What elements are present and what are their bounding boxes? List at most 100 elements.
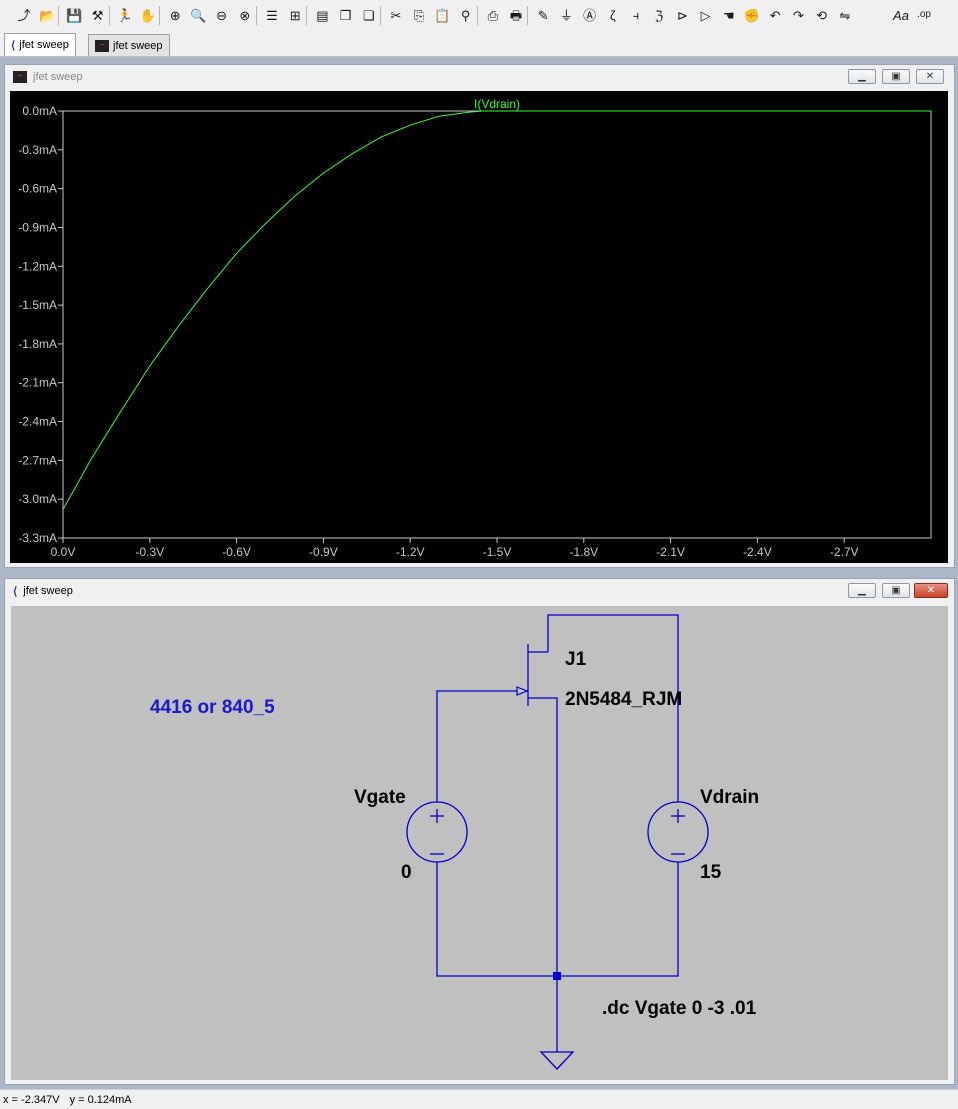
tab-jfet-sweep-schematic[interactable]: ⟨ jfet sweep: [4, 33, 76, 56]
waveform-titlebar: ~ jfet sweep: [5, 65, 954, 89]
run-icon[interactable]: 🏃: [115, 5, 135, 25]
y-tick-label: 0.0mA: [22, 104, 57, 118]
zoom-out-icon[interactable]: ⊖: [212, 5, 232, 25]
window-title: jfet sweep: [23, 585, 73, 597]
schematic-titlebar: ⟨ jfet sweep: [5, 579, 954, 603]
toolbar-separator: [108, 6, 110, 25]
text-tool-button[interactable]: Aa: [891, 5, 911, 25]
save-icon[interactable]: 💾: [64, 5, 84, 25]
schematic-canvas[interactable]: 4416 or 840_5 J1 2N5484_RJM Vgate 0 Vdra…: [11, 606, 948, 1080]
x-tick-label: 0.0V: [51, 545, 76, 559]
schematic-icon: ⟨: [11, 39, 16, 52]
jfet-name-label[interactable]: J1: [565, 649, 587, 670]
find-icon[interactable]: ⚲: [456, 5, 476, 25]
waveform-plot[interactable]: 0.0mA -0.3mA -0.6mA -0.9mA -1.2mA -1.5mA -1.8m…: [10, 91, 948, 563]
jfet-model-label[interactable]: 2N5484_RJM: [565, 689, 682, 710]
y-tick-label: -2.4mA: [18, 415, 57, 429]
drag-icon[interactable]: ✊: [742, 5, 762, 25]
label-icon[interactable]: Ⓐ: [580, 5, 600, 25]
close-windows-icon[interactable]: ❏: [359, 5, 379, 25]
component-icon[interactable]: ▷: [696, 5, 716, 25]
y-tick-label: -1.8mA: [18, 337, 57, 351]
close-button[interactable]: ✕: [914, 583, 948, 598]
cut-icon[interactable]: ✂: [386, 5, 406, 25]
schematic-icon: ⟨: [13, 585, 18, 598]
capacitor-icon[interactable]: ⫞: [626, 5, 646, 25]
control-panel-icon[interactable]: ⚒: [88, 5, 108, 25]
y-tick-label: -1.5mA: [18, 298, 57, 312]
mirror-icon[interactable]: ⇋: [835, 5, 855, 25]
y-tick-label: -3.3mA: [18, 531, 57, 545]
zoom-pan-icon[interactable]: 🔍: [188, 5, 208, 25]
toolbar-separator: [476, 6, 478, 25]
tile-horizontal-icon[interactable]: ▤: [312, 5, 332, 25]
minimize-button[interactable]: ▁: [848, 69, 876, 84]
open-folder-icon[interactable]: 📂: [37, 5, 57, 25]
y-tick-label: -1.2mA: [18, 259, 57, 273]
spice-directive-button[interactable]: .op: [914, 5, 934, 25]
cursor-y-readout: y = 0.124mA: [69, 1093, 132, 1106]
vgate-name-label[interactable]: Vgate: [354, 787, 406, 808]
zoom-in-icon[interactable]: ⊕: [165, 5, 185, 25]
resistor-icon[interactable]: ζ: [603, 5, 623, 25]
trace-label: I(Vdrain): [474, 97, 520, 111]
x-tick-label: -2.4V: [743, 545, 772, 559]
cursor-x-readout: x = -2.347V: [3, 1093, 60, 1106]
dc-directive[interactable]: .dc Vgate 0 -3 .01: [602, 998, 757, 1019]
x-tick-label: -1.5V: [483, 545, 512, 559]
toolbar-separator: [58, 6, 60, 25]
maximize-button[interactable]: ▣: [882, 69, 910, 84]
maximize-button[interactable]: ▣: [882, 583, 910, 598]
waveform-window: ~ jfet sweep ▁ ▣ ✕ 0.0mA -0.3mA -0.6mA -0.9…: [4, 64, 955, 568]
schematic-window: ⟨ jfet sweep ▁ ▣ ✕ 4416 or 840_5 J1 2N54…: [4, 578, 955, 1085]
close-button[interactable]: ✕: [916, 69, 944, 84]
x-tick-label: -0.6V: [222, 545, 251, 559]
toolbar-separator: [256, 6, 257, 25]
comment-text[interactable]: 4416 or 840_5: [150, 697, 275, 718]
halt-icon[interactable]: ✋: [138, 5, 158, 25]
status-bar: x = -2.347V y = 0.124mA: [0, 1089, 958, 1109]
cascade-icon[interactable]: ❐: [336, 5, 356, 25]
toolbar-separator: [306, 6, 308, 25]
print-icon[interactable]: 🖶: [506, 5, 526, 25]
waveform-icon: ~: [13, 71, 27, 83]
vdrain-name-label[interactable]: Vdrain: [700, 787, 759, 808]
x-tick-label: -0.9V: [309, 545, 338, 559]
move-icon[interactable]: ☚: [719, 5, 739, 25]
undo-icon[interactable]: ↶: [765, 5, 785, 25]
document-tab-bar: ⟨ jfet sweep ~ jfet sweep: [0, 32, 958, 57]
autorange-icon[interactable]: ☰: [262, 5, 282, 25]
y-tick-label: -0.9mA: [18, 220, 57, 234]
y-tick-label: -0.6mA: [18, 182, 57, 196]
inductor-icon[interactable]: ℨ: [649, 5, 669, 25]
waveform-icon: ~: [95, 39, 109, 52]
vgate-value-label[interactable]: 0: [401, 862, 412, 883]
rotate-icon[interactable]: ⟲: [812, 5, 832, 25]
x-tick-label: -0.3V: [135, 545, 164, 559]
minimize-button[interactable]: ▁: [848, 583, 876, 598]
toolbar-separator: [380, 6, 381, 25]
grid-icon[interactable]: ⊞: [285, 5, 305, 25]
y-tick-label: -0.3mA: [18, 143, 57, 157]
paste-icon[interactable]: 📋: [432, 5, 452, 25]
open-schematic-icon[interactable]: ⤴: [14, 5, 34, 25]
y-tick-label: -3.0mA: [18, 492, 57, 506]
vdrain-value-label[interactable]: 15: [700, 862, 722, 883]
y-tick-label: -2.1mA: [18, 376, 57, 390]
toolbar-separator: [159, 6, 161, 25]
tab-label: jfet sweep: [113, 39, 163, 52]
x-tick-label: -2.1V: [656, 545, 685, 559]
redo-icon[interactable]: ↷: [788, 5, 808, 25]
tab-jfet-sweep-waveform[interactable]: ~ jfet sweep: [88, 34, 170, 56]
print-setup-icon[interactable]: ⎙: [483, 5, 503, 25]
ground-icon[interactable]: ⏚: [556, 5, 576, 25]
plot-background: [10, 91, 948, 563]
copy-icon[interactable]: ⎘: [409, 5, 429, 25]
tab-label: jfet sweep: [19, 39, 69, 51]
zoom-cancel-icon[interactable]: ⊗: [235, 5, 255, 25]
wire-icon[interactable]: ✎: [533, 5, 553, 25]
y-tick-label: -2.7mA: [18, 453, 57, 467]
diode-icon[interactable]: ⊳: [672, 5, 692, 25]
x-tick-label: -1.8V: [569, 545, 598, 559]
toolbar-separator: [527, 6, 529, 25]
